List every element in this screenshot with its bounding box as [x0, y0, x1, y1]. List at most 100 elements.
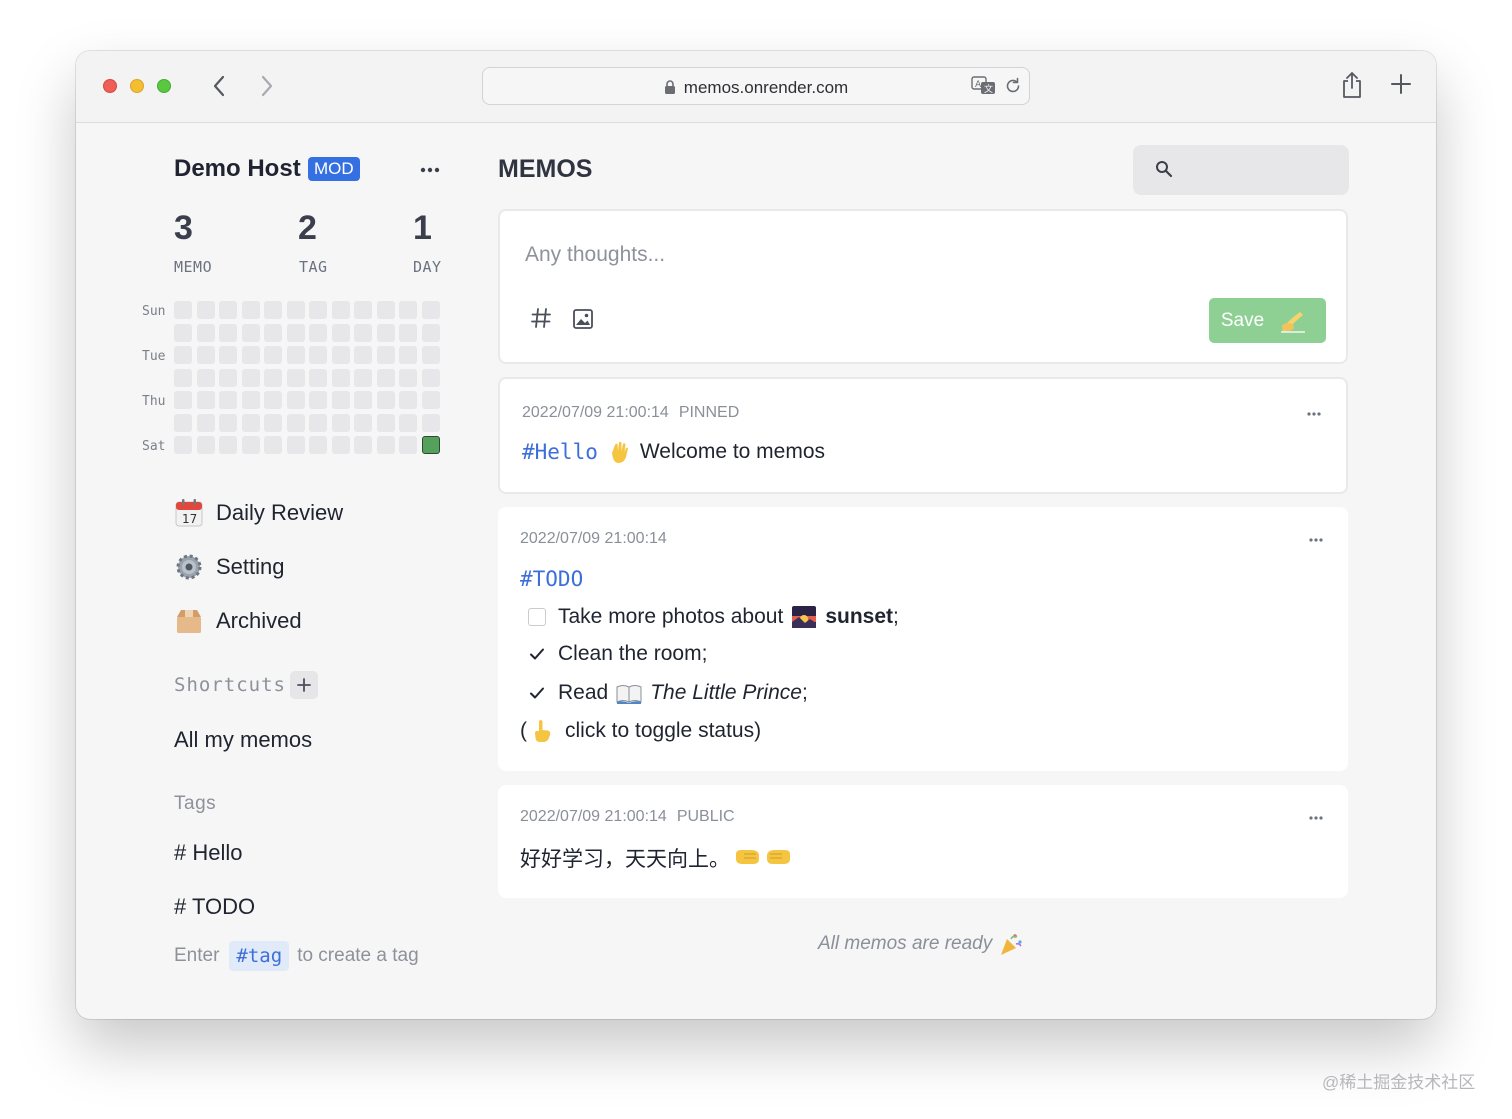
- heatmap-cell[interactable]: [354, 413, 372, 432]
- heatmap-cell[interactable]: [376, 413, 395, 432]
- heatmap-cell[interactable]: [399, 436, 417, 454]
- heatmap-cell[interactable]: [219, 346, 237, 364]
- heatmap-cell[interactable]: [219, 391, 237, 409]
- heatmap-cell[interactable]: [219, 323, 237, 342]
- heatmap-cell[interactable]: [241, 368, 260, 387]
- heatmap-cell[interactable]: [286, 391, 305, 409]
- heatmap-cell[interactable]: [376, 346, 395, 364]
- memo-tag[interactable]: #Hello: [522, 440, 598, 464]
- memo-more-icon[interactable]: [1308, 815, 1324, 821]
- todo-checkbox-checked[interactable]: [528, 645, 546, 663]
- zoom-window-button[interactable]: [157, 79, 171, 93]
- heatmap-cell[interactable]: [309, 413, 327, 432]
- editor-placeholder[interactable]: Any thoughts...: [525, 243, 665, 267]
- heatmap-cell[interactable]: [196, 413, 215, 432]
- heatmap-cell[interactable]: [174, 346, 192, 364]
- heatmap-cell[interactable]: [219, 436, 237, 454]
- heatmap-cell[interactable]: [421, 436, 440, 454]
- user-name[interactable]: Demo Host: [174, 155, 301, 183]
- heatmap-cell[interactable]: [264, 391, 282, 409]
- heatmap-cell[interactable]: [376, 323, 395, 342]
- add-shortcut-button[interactable]: [290, 671, 318, 699]
- heatmap-cell[interactable]: [399, 413, 417, 432]
- todo-checkbox[interactable]: [528, 608, 546, 626]
- heatmap-cell[interactable]: [331, 346, 350, 364]
- heatmap-cell[interactable]: [309, 301, 327, 319]
- heatmap-cell[interactable]: [399, 391, 417, 409]
- sidebar-item-setting[interactable]: Setting: [174, 551, 285, 583]
- heatmap-cell[interactable]: [309, 436, 327, 454]
- heatmap-cell[interactable]: [309, 368, 327, 387]
- search-input[interactable]: [1133, 145, 1349, 195]
- heatmap-cell[interactable]: [219, 301, 237, 319]
- save-button[interactable]: Save: [1209, 298, 1326, 343]
- heatmap-cell[interactable]: [196, 368, 215, 387]
- heatmap-cell[interactable]: [174, 413, 192, 432]
- back-button[interactable]: [206, 73, 232, 99]
- todo-item[interactable]: Read The Little Prince;: [520, 680, 808, 706]
- heatmap-cell[interactable]: [196, 436, 215, 454]
- heatmap-cell[interactable]: [241, 413, 260, 432]
- heatmap-cell[interactable]: [286, 323, 305, 342]
- heatmap-cell[interactable]: [196, 391, 215, 409]
- memo-tag[interactable]: #TODO: [520, 567, 583, 591]
- todo-checkbox-checked[interactable]: [528, 684, 546, 702]
- heatmap-cell[interactable]: [219, 413, 237, 432]
- heatmap-cell[interactable]: [354, 301, 372, 319]
- heatmap-cell[interactable]: [286, 346, 305, 364]
- heatmap-cell[interactable]: [354, 346, 372, 364]
- shortcut-item[interactable]: All my memos: [174, 727, 312, 753]
- heatmap-cell[interactable]: [241, 323, 260, 342]
- heatmap-cell[interactable]: [399, 368, 417, 387]
- heatmap-cell[interactable]: [174, 436, 192, 454]
- tag-item-hello[interactable]: # Hello: [174, 840, 242, 866]
- heatmap-cell[interactable]: [264, 301, 282, 319]
- heatmap-cell[interactable]: [421, 368, 440, 387]
- heatmap-cell[interactable]: [376, 436, 395, 454]
- heatmap-cell[interactable]: [331, 368, 350, 387]
- heatmap-cell[interactable]: [376, 301, 395, 319]
- hashtag-icon[interactable]: [530, 307, 552, 329]
- heatmap-cell[interactable]: [264, 346, 282, 364]
- heatmap-cell[interactable]: [376, 368, 395, 387]
- heatmap-cell[interactable]: [286, 368, 305, 387]
- heatmap-cell[interactable]: [219, 368, 237, 387]
- todo-item[interactable]: Take more photos about sunset;: [520, 604, 899, 630]
- heatmap-cell[interactable]: [421, 346, 440, 364]
- image-icon[interactable]: [572, 308, 594, 330]
- heatmap-cell[interactable]: [421, 391, 440, 409]
- heatmap-cell[interactable]: [241, 346, 260, 364]
- heatmap-cell[interactable]: [331, 413, 350, 432]
- heatmap-cell[interactable]: [264, 436, 282, 454]
- heatmap-cell[interactable]: [241, 391, 260, 409]
- heatmap-cell[interactable]: [331, 323, 350, 342]
- sidebar-item-daily-review[interactable]: 17 Daily Review: [174, 497, 343, 529]
- heatmap-cell[interactable]: [241, 436, 260, 454]
- memo-more-icon[interactable]: [1308, 537, 1324, 543]
- heatmap-cell[interactable]: [286, 436, 305, 454]
- close-window-button[interactable]: [103, 79, 117, 93]
- new-tab-icon[interactable]: [1390, 73, 1412, 95]
- heatmap-cell[interactable]: [421, 323, 440, 342]
- tag-item-todo[interactable]: # TODO: [174, 894, 255, 920]
- heatmap-cell[interactable]: [196, 323, 215, 342]
- forward-button[interactable]: [254, 73, 280, 99]
- todo-item[interactable]: Clean the room;: [520, 642, 707, 666]
- heatmap-cell[interactable]: [264, 323, 282, 342]
- heatmap-cell[interactable]: [331, 436, 350, 454]
- reload-icon[interactable]: [1004, 77, 1022, 95]
- heatmap-cell[interactable]: [286, 413, 305, 432]
- heatmap-cell[interactable]: [286, 301, 305, 319]
- memo-more-icon[interactable]: [1306, 411, 1322, 417]
- heatmap-cell[interactable]: [421, 413, 440, 432]
- heatmap-cell[interactable]: [309, 323, 327, 342]
- heatmap-cell[interactable]: [241, 301, 260, 319]
- heatmap-cell[interactable]: [399, 346, 417, 364]
- heatmap-cell[interactable]: [421, 301, 440, 319]
- heatmap-cell[interactable]: [354, 368, 372, 387]
- heatmap-cell[interactable]: [376, 391, 395, 409]
- heatmap-cell[interactable]: [399, 301, 417, 319]
- memo-editor[interactable]: Any thoughts... Save: [498, 209, 1348, 364]
- minimize-window-button[interactable]: [130, 79, 144, 93]
- heatmap-cell[interactable]: [354, 391, 372, 409]
